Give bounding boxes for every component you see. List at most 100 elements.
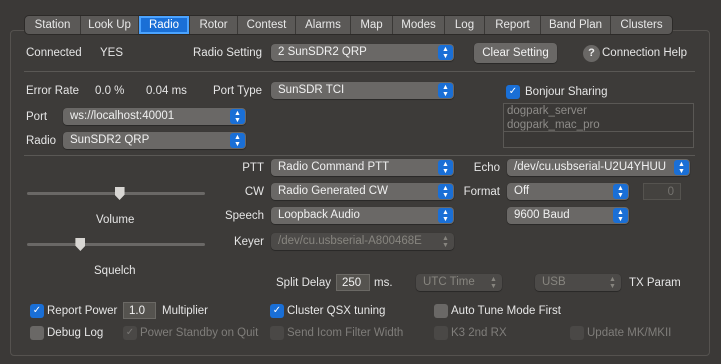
error-rate-value: 0.0 % bbox=[95, 85, 125, 97]
power-standby-label: Power Standby on Quit bbox=[140, 327, 259, 339]
bonjour-server-list[interactable]: dogpark_server dogpark_mac_pro bbox=[503, 103, 694, 148]
port-type-select[interactable]: SunSDR TCI ▲ ▼ bbox=[271, 82, 454, 99]
bonjour-sharing-checkbox[interactable]: ✓ bbox=[506, 85, 520, 99]
chevron-updown-icon: ▲ ▼ bbox=[613, 184, 628, 199]
tab-station[interactable]: Station bbox=[25, 16, 81, 34]
tab-radio[interactable]: Radio bbox=[139, 16, 190, 34]
format-label: Format bbox=[463, 186, 500, 198]
list-item[interactable]: dogpark_server bbox=[504, 104, 693, 118]
connected-value: YES bbox=[100, 47, 124, 59]
divider bbox=[24, 155, 695, 156]
format-select[interactable]: Off ▲ ▼ bbox=[507, 183, 629, 200]
usb-value: USB bbox=[542, 276, 566, 288]
keyer-value: /dev/cu.usbserial-A800468E bbox=[278, 235, 422, 247]
port-value: ws://localhost:40001 bbox=[70, 110, 175, 122]
baud-select[interactable]: 9600 Baud ▲ ▼ bbox=[507, 207, 629, 224]
split-delay-unit: ms. bbox=[374, 277, 393, 289]
debug-log-label: Debug Log bbox=[47, 327, 104, 339]
update-mk-checkbox[interactable] bbox=[570, 326, 584, 340]
tx-param-label: TX Param bbox=[629, 277, 681, 289]
tab-alarms[interactable]: Alarms bbox=[296, 16, 351, 34]
utc-time-select[interactable]: UTC Time ▲ ▼ bbox=[416, 274, 502, 291]
radio-value: SunSDR2 QRP bbox=[70, 134, 150, 146]
port-label: Port bbox=[26, 111, 48, 123]
send-icom-label: Send Icom Filter Width bbox=[287, 327, 404, 339]
tab-look-up[interactable]: Look Up bbox=[81, 16, 139, 34]
auto-tune-checkbox[interactable] bbox=[434, 304, 448, 318]
cw-value: Radio Generated CW bbox=[278, 185, 388, 197]
chevron-updown-icon: ▲ ▼ bbox=[613, 208, 628, 223]
usb-select[interactable]: USB ▲ ▼ bbox=[535, 274, 621, 291]
multiplier-label: Multiplier bbox=[162, 305, 209, 317]
format-value: Off bbox=[514, 185, 530, 197]
chevron-updown-icon: ▲ ▼ bbox=[230, 133, 245, 148]
report-power-label: Report Power bbox=[47, 305, 118, 317]
port-type-label: Port Type bbox=[213, 85, 263, 97]
tab-rotor[interactable]: Rotor bbox=[190, 16, 238, 34]
tab-bar: Station Look Up Radio Rotor Contest Alarms Map… bbox=[24, 15, 673, 35]
tab-log[interactable]: Log bbox=[445, 16, 485, 34]
k3-2nd-rx-checkbox[interactable] bbox=[434, 326, 448, 340]
utc-time-value: UTC Time bbox=[423, 276, 475, 288]
keyer-label: Keyer bbox=[233, 236, 264, 248]
volume-label: Volume bbox=[96, 214, 135, 226]
cw-select[interactable]: Radio Generated CW ▲ ▼ bbox=[271, 183, 454, 200]
radio-label: Radio bbox=[26, 135, 57, 147]
echo-label: Echo bbox=[473, 162, 500, 174]
radio-setting-value: 2 SunSDR2 QRP bbox=[278, 46, 367, 58]
tab-report[interactable]: Report bbox=[485, 16, 541, 34]
tab-map[interactable]: Map bbox=[351, 16, 393, 34]
bonjour-sharing-label: Bonjour Sharing bbox=[525, 86, 608, 98]
report-power-checkbox[interactable]: ✓ bbox=[30, 304, 44, 318]
chevron-updown-icon: ▲ ▼ bbox=[674, 160, 689, 175]
squelch-label: Squelch bbox=[94, 265, 136, 277]
chevron-updown-icon: ▲ ▼ bbox=[438, 83, 453, 98]
chevron-updown-icon: ▲ ▼ bbox=[438, 208, 453, 223]
ptt-select[interactable]: Radio Command PTT ▲ ▼ bbox=[271, 159, 454, 176]
format-number-field[interactable]: 0 bbox=[643, 183, 681, 200]
speech-label: Speech bbox=[224, 210, 264, 222]
port-type-value: SunSDR TCI bbox=[278, 84, 345, 96]
speech-value: Loopback Audio bbox=[278, 209, 360, 221]
speech-select[interactable]: Loopback Audio ▲ ▼ bbox=[271, 207, 454, 224]
tab-clusters[interactable]: Clusters bbox=[611, 16, 672, 34]
error-ms-value: 0.04 ms bbox=[146, 85, 187, 97]
tab-contest[interactable]: Contest bbox=[238, 16, 296, 34]
split-delay-label: Split Delay bbox=[276, 277, 331, 289]
chevron-updown-icon: ▲ ▼ bbox=[438, 45, 453, 60]
help-icon[interactable]: ? bbox=[583, 45, 600, 62]
keyer-select[interactable]: /dev/cu.usbserial-A800468E ▲ ▼ bbox=[271, 233, 454, 250]
divider bbox=[24, 71, 695, 72]
connection-help-link[interactable]: Connection Help bbox=[602, 47, 687, 59]
debug-log-checkbox[interactable] bbox=[30, 326, 44, 340]
radio-setting-label: Radio Setting bbox=[193, 47, 263, 59]
auto-tune-label: Auto Tune Mode First bbox=[451, 305, 561, 317]
chevron-updown-icon: ▲ ▼ bbox=[442, 235, 449, 249]
cluster-qsx-label: Cluster QSX tuning bbox=[287, 305, 386, 317]
ptt-value: Radio Command PTT bbox=[278, 161, 390, 173]
cluster-qsx-checkbox[interactable]: ✓ bbox=[270, 304, 284, 318]
radio-select[interactable]: SunSDR2 QRP ▲ ▼ bbox=[63, 132, 246, 149]
error-rate-label: Error Rate bbox=[26, 85, 80, 97]
tab-modes[interactable]: Modes bbox=[393, 16, 445, 34]
split-delay-field[interactable]: 250 bbox=[336, 274, 370, 291]
radio-setting-select[interactable]: 2 SunSDR2 QRP ▲ ▼ bbox=[271, 44, 454, 61]
update-mk-label: Update MK/MKII bbox=[587, 327, 672, 339]
chevron-updown-icon: ▲ ▼ bbox=[230, 109, 245, 124]
cw-label: CW bbox=[244, 186, 264, 198]
k3-2nd-rx-label: K3 2nd RX bbox=[451, 327, 507, 339]
echo-select[interactable]: /dev/cu.usbserial-U2U4YHUU ▲ ▼ bbox=[507, 159, 690, 176]
clear-setting-button[interactable]: Clear Setting bbox=[474, 43, 557, 63]
send-icom-checkbox[interactable] bbox=[270, 326, 284, 340]
list-item[interactable]: dogpark_mac_pro bbox=[504, 118, 693, 132]
tab-band-plan[interactable]: Band Plan bbox=[541, 16, 611, 34]
port-select[interactable]: ws://localhost:40001 ▲ ▼ bbox=[63, 108, 246, 125]
power-standby-checkbox[interactable]: ✓ bbox=[123, 326, 137, 340]
chevron-updown-icon: ▲ ▼ bbox=[609, 276, 616, 290]
connected-label: Connected bbox=[26, 47, 82, 59]
squelch-slider-track[interactable] bbox=[27, 243, 205, 246]
ptt-label: PTT bbox=[242, 162, 264, 174]
echo-value: /dev/cu.usbserial-U2U4YHUU bbox=[514, 161, 667, 173]
baud-value: 9600 Baud bbox=[514, 209, 570, 221]
report-power-field[interactable]: 1.0 bbox=[123, 302, 156, 319]
